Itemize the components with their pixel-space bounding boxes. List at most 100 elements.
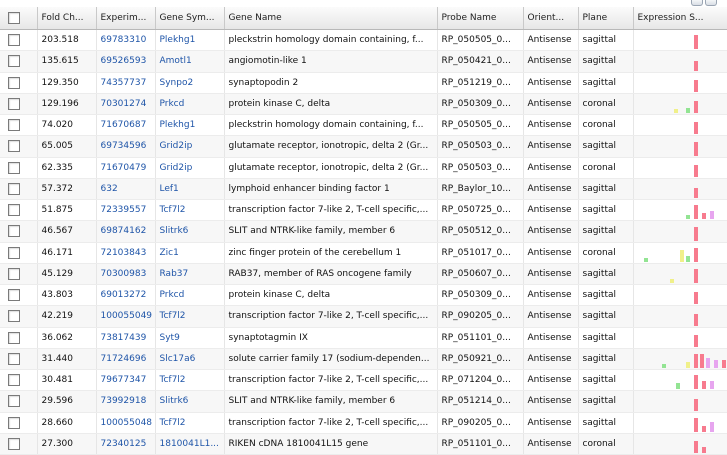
window-button-1[interactable]	[691, 0, 703, 6]
experiment-link[interactable]: 72339557	[96, 199, 156, 222]
row-checkbox[interactable]	[8, 225, 20, 238]
gene-symbol-link[interactable]: Zic1	[155, 242, 225, 264]
gene-symbol-link[interactable]: Tcf7l2	[155, 305, 225, 328]
row-checkbox[interactable]	[8, 331, 20, 344]
table-row[interactable]: 42.219 100055049 Tcf7l2 transcription facto…	[0, 305, 727, 328]
expression-summary-cell[interactable]	[633, 135, 727, 158]
expression-summary-cell[interactable]	[633, 305, 727, 328]
row-select-cell[interactable]	[0, 72, 38, 94]
expression-summary-cell[interactable]	[633, 263, 727, 286]
gene-symbol-link[interactable]: 1810041L1...	[155, 433, 225, 455]
gene-symbol-link[interactable]: Rab37	[155, 263, 225, 286]
col-fold-change[interactable]: Fold Ch...	[37, 7, 97, 30]
row-select-cell[interactable]	[0, 93, 38, 116]
col-probe-name[interactable]: Probe Name	[437, 7, 524, 30]
row-select-cell[interactable]	[0, 390, 38, 413]
gene-symbol-link[interactable]: Plekhg1	[155, 114, 225, 137]
row-select-cell[interactable]	[0, 29, 38, 52]
expression-summary-cell[interactable]	[633, 327, 727, 349]
gene-symbol-link[interactable]: Slc17a6	[155, 348, 225, 371]
table-row[interactable]: 57.372 632 Lef1 lymphoid enhancer binding f…	[0, 178, 727, 201]
gene-symbol-link[interactable]: Plekhg1	[155, 29, 225, 52]
gene-symbol-link[interactable]: Amotl1	[155, 50, 225, 73]
row-checkbox[interactable]	[8, 310, 20, 323]
experiment-link[interactable]: 100055049	[96, 305, 156, 328]
row-checkbox[interactable]	[8, 246, 20, 259]
gene-symbol-link[interactable]: Tcf7l2	[155, 199, 225, 222]
experiment-link[interactable]: 70300983	[96, 263, 156, 286]
experiment-link[interactable]: 69013272	[96, 284, 156, 307]
expression-summary-cell[interactable]	[633, 242, 727, 264]
expression-summary-cell[interactable]	[633, 390, 727, 413]
experiment-link[interactable]: 71670687	[96, 114, 156, 137]
table-row[interactable]: 28.660 100055048 Tcf7l2 transcription facto…	[0, 412, 727, 434]
gene-symbol-link[interactable]: Lef1	[155, 178, 225, 201]
row-select-cell[interactable]	[0, 178, 38, 201]
row-select-cell[interactable]	[0, 157, 38, 179]
table-row[interactable]: 31.440 71724696 Slc17a6 solute carrier fami…	[0, 348, 727, 371]
row-select-cell[interactable]	[0, 199, 38, 222]
row-select-cell[interactable]	[0, 369, 38, 392]
expression-summary-cell[interactable]	[633, 433, 727, 455]
gene-symbol-link[interactable]: Slitrk6	[155, 220, 225, 243]
expression-summary-cell[interactable]	[633, 284, 727, 307]
expression-summary-cell[interactable]	[633, 412, 727, 434]
row-select-cell[interactable]	[0, 114, 38, 137]
expression-summary-cell[interactable]	[633, 178, 727, 201]
table-row[interactable]: 43.803 69013272 Prkcd protein kinase C, del…	[0, 284, 727, 307]
table-row[interactable]: 129.350 74357737 Synpo2 synaptopodin 2 RP_05…	[0, 72, 727, 94]
expression-summary-cell[interactable]	[633, 72, 727, 94]
table-row[interactable]: 135.615 69526593 Amotl1 angiomotin-like 1 RP…	[0, 50, 727, 73]
window-button-2[interactable]	[705, 0, 717, 6]
expression-summary-cell[interactable]	[633, 369, 727, 392]
row-checkbox[interactable]	[8, 55, 20, 68]
experiment-link[interactable]: 69734596	[96, 135, 156, 158]
experiment-link[interactable]: 72340125	[96, 433, 156, 455]
table-row[interactable]: 46.567 69874162 Slitrk6 SLIT and NTRK-like …	[0, 220, 727, 243]
row-checkbox[interactable]	[8, 395, 20, 408]
gene-symbol-link[interactable]: Tcf7l2	[155, 412, 225, 434]
experiment-link[interactable]: 69874162	[96, 220, 156, 243]
experiment-link[interactable]: 73992918	[96, 390, 156, 413]
expression-summary-cell[interactable]	[633, 220, 727, 243]
col-plane[interactable]: Plane	[578, 7, 634, 30]
col-experiment[interactable]: Experim...	[96, 7, 156, 30]
row-checkbox[interactable]	[8, 182, 20, 195]
gene-symbol-link[interactable]: Grid2ip	[155, 135, 225, 158]
col-expression-summary[interactable]: Expression S...	[633, 7, 727, 30]
row-checkbox[interactable]	[8, 352, 20, 365]
table-row[interactable]: 30.481 79677347 Tcf7l2 transcription factor…	[0, 369, 727, 392]
row-checkbox[interactable]	[8, 374, 20, 387]
row-select-cell[interactable]	[0, 50, 38, 73]
experiment-link[interactable]: 74357737	[96, 72, 156, 94]
table-row[interactable]: 45.129 70300983 Rab37 RAB37, member of RAS …	[0, 263, 727, 286]
table-row[interactable]: 29.596 73992918 Slitrk6 SLIT and NTRK-like …	[0, 390, 727, 413]
row-select-cell[interactable]	[0, 327, 38, 349]
experiment-link[interactable]: 632	[96, 178, 156, 201]
experiment-link[interactable]: 70301274	[96, 93, 156, 116]
gene-symbol-link[interactable]: Slitrk6	[155, 390, 225, 413]
table-row[interactable]: 27.300 72340125 1810041L1... RIKEN cDNA 181…	[0, 433, 727, 455]
row-checkbox[interactable]	[8, 34, 20, 47]
experiment-link[interactable]: 71670479	[96, 157, 156, 179]
table-row[interactable]: 65.005 69734596 Grid2ip glutamate receptor,…	[0, 135, 727, 158]
col-gene-symbol[interactable]: Gene Sym...	[155, 7, 225, 30]
table-row[interactable]: 129.196 70301274 Prkcd protein kinase C, de…	[0, 93, 727, 116]
row-checkbox[interactable]	[8, 161, 20, 174]
row-select-cell[interactable]	[0, 412, 38, 434]
expression-summary-cell[interactable]	[633, 199, 727, 222]
table-row[interactable]: 74.020 71670687 Plekhg1 pleckstrin homology…	[0, 114, 727, 137]
col-orientation[interactable]: Orient...	[523, 7, 579, 30]
select-all-checkbox[interactable]	[8, 12, 20, 24]
expression-summary-cell[interactable]	[633, 348, 727, 371]
col-gene-name[interactable]: Gene Name	[224, 7, 438, 30]
gene-symbol-link[interactable]: Grid2ip	[155, 157, 225, 179]
expression-summary-cell[interactable]	[633, 157, 727, 179]
experiment-link[interactable]: 100055048	[96, 412, 156, 434]
table-row[interactable]: 46.171 72103843 Zic1 zinc finger protein of…	[0, 242, 727, 264]
select-all-header[interactable]	[0, 7, 38, 30]
row-checkbox[interactable]	[8, 416, 20, 429]
expression-summary-cell[interactable]	[633, 50, 727, 73]
row-select-cell[interactable]	[0, 135, 38, 158]
row-checkbox[interactable]	[8, 437, 20, 450]
